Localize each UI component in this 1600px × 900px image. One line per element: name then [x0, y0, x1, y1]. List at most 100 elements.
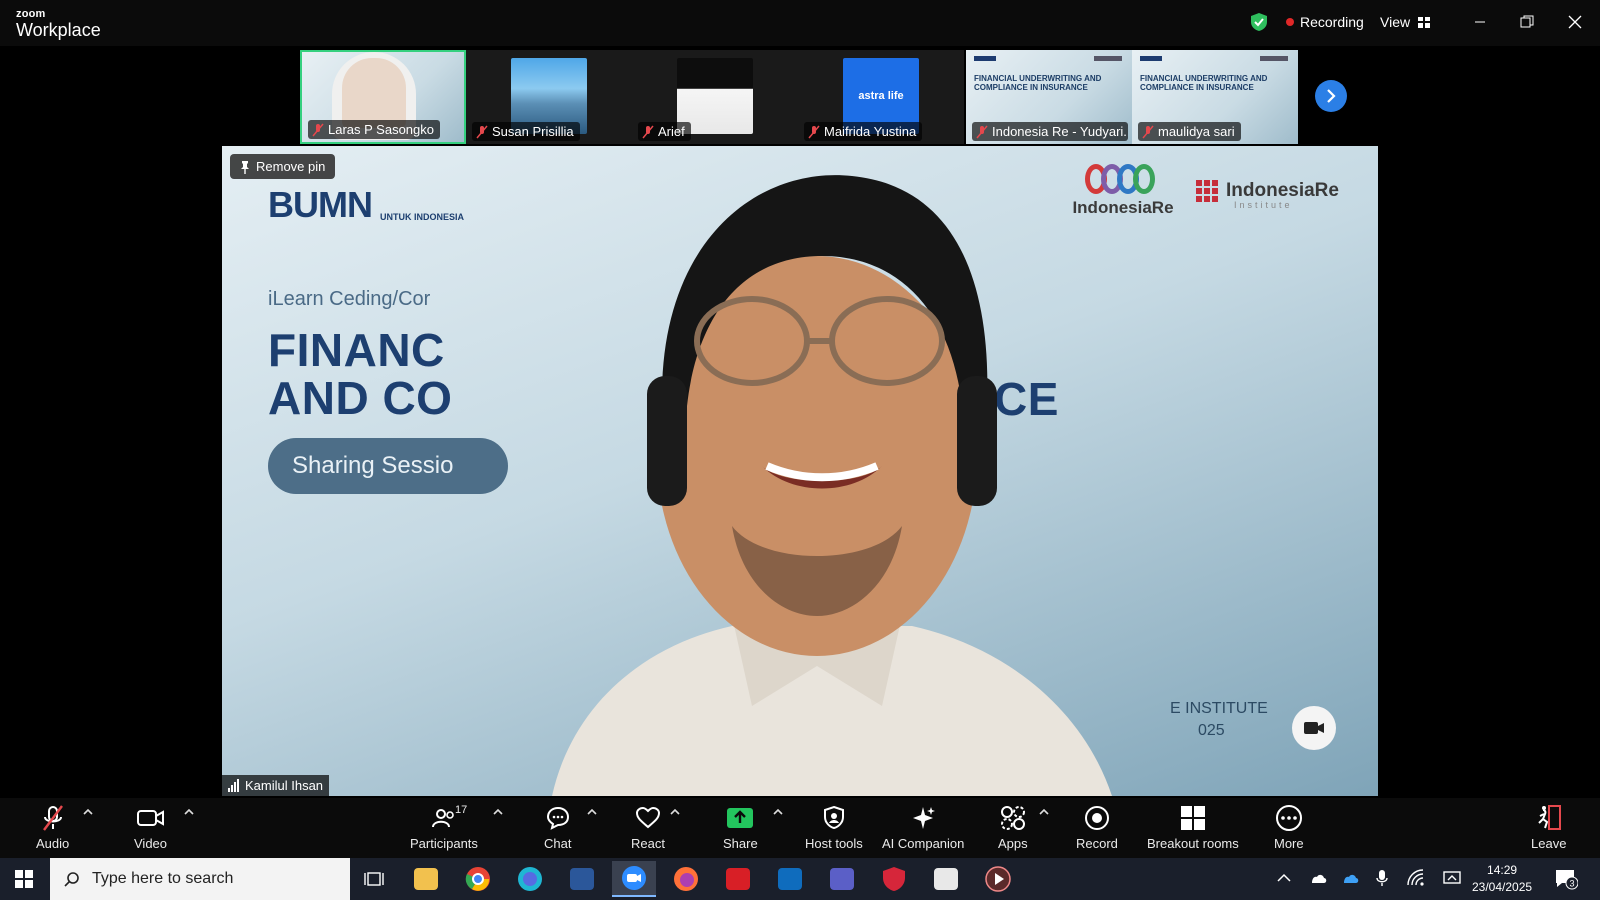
recording-dot-icon	[1286, 18, 1294, 26]
remove-pin-button[interactable]: Remove pin	[230, 154, 336, 179]
word-app[interactable]	[560, 861, 604, 897]
antivirus-app[interactable]	[872, 861, 916, 897]
participant-count: 17	[454, 804, 468, 816]
microphone-icon[interactable]	[1374, 868, 1390, 888]
apps-button[interactable]: Apps	[998, 804, 1028, 851]
close-button[interactable]	[1560, 10, 1590, 34]
network-icon[interactable]	[1406, 868, 1426, 888]
participants-button[interactable]: 17 Participants	[410, 804, 478, 851]
video-options-chevron-up-icon[interactable]	[183, 806, 195, 818]
recording-indicator[interactable]: Recording	[1286, 14, 1364, 30]
video-button[interactable]: Video	[134, 804, 167, 851]
chat-options-chevron-up-icon[interactable]	[586, 806, 598, 818]
participant-tile[interactable]: FINANCIAL UNDERWRITING AND COMPLIANCE IN…	[966, 50, 1132, 144]
onedrive-cloud-icon[interactable]	[1308, 868, 1328, 888]
restore-button[interactable]	[1512, 10, 1542, 34]
participant-name-tag: Laras P Sasongko	[308, 120, 440, 139]
chat-icon	[546, 806, 569, 830]
participant-name-tag: Maifrida Yustina	[804, 122, 923, 141]
folder-icon	[414, 868, 438, 890]
notifications-button[interactable]: 3	[1554, 868, 1579, 895]
participant-tile[interactable]: FINANCIAL UNDERWRITING AND COMPLIANCE IN…	[1132, 50, 1298, 144]
slide-logo	[1094, 56, 1122, 61]
more-button[interactable]: More	[1274, 804, 1304, 851]
acrobat-app[interactable]	[716, 861, 760, 897]
breakout-rooms-button[interactable]: Breakout rooms	[1147, 804, 1239, 851]
participant-tile[interactable]: Arief	[632, 50, 798, 144]
chrome-icon	[465, 867, 490, 891]
camera-indicator-icon[interactable]	[1292, 706, 1336, 750]
host-tools-button[interactable]: Host tools	[805, 804, 863, 851]
firefox-app[interactable]	[664, 861, 708, 897]
apps-icon	[1000, 806, 1025, 830]
word-icon	[570, 868, 594, 890]
zoom-icon	[622, 866, 646, 890]
participants-options-chevron-up-icon[interactable]	[492, 806, 504, 818]
outlook-app[interactable]	[768, 861, 812, 897]
participants-icon	[431, 809, 454, 828]
record-button[interactable]: Record	[1076, 804, 1118, 851]
ai-companion-button[interactable]: AI Companion	[882, 804, 964, 851]
canva-icon	[518, 867, 542, 891]
mic-muted-icon	[42, 805, 63, 831]
onedrive-business-icon[interactable]	[1340, 868, 1360, 888]
notification-icon: 3	[1556, 870, 1579, 890]
view-label: View	[1380, 14, 1411, 30]
display-icon[interactable]	[1442, 868, 1462, 888]
audio-button[interactable]: Audio	[36, 804, 69, 851]
next-page-button[interactable]	[1315, 80, 1347, 112]
media-player-app[interactable]	[976, 861, 1020, 897]
minimize-button[interactable]	[1465, 10, 1495, 34]
video-camera-icon	[1304, 722, 1324, 734]
search-icon	[64, 872, 79, 887]
security-shield-icon[interactable]	[1250, 12, 1268, 32]
file-explorer-app[interactable]	[404, 861, 448, 897]
play-icon	[985, 866, 1011, 892]
indonesia-re-institute-logo: IndonesiaRe Institute	[1196, 180, 1339, 210]
zoom-app[interactable]	[612, 861, 656, 897]
chrome-app[interactable]	[456, 861, 500, 897]
participant-tile[interactable]: Laras P Sasongko	[300, 50, 466, 144]
zoom-workplace-logo: zoom Workplace	[16, 9, 101, 40]
slide-title: FINANCIAL UNDERWRITING AND COMPLIANCE IN…	[974, 74, 1102, 93]
system-clock[interactable]: 14:29 23/04/2025	[1472, 862, 1532, 896]
task-view-button[interactable]	[352, 861, 396, 897]
speaker-name-tag: Kamilul Ihsan	[222, 775, 330, 796]
taskbar-search-box[interactable]: Type here to search	[50, 858, 350, 900]
chat-button[interactable]: Chat	[544, 804, 571, 851]
video-camera-icon	[136, 810, 164, 826]
heart-icon	[635, 806, 660, 829]
teams-icon	[830, 868, 854, 890]
react-options-chevron-up-icon[interactable]	[669, 806, 681, 818]
leave-door-icon	[1537, 805, 1561, 830]
react-button[interactable]: React	[631, 804, 665, 851]
leave-button[interactable]: Leave	[1531, 804, 1566, 851]
start-button[interactable]	[0, 858, 48, 900]
participant-tile[interactable]: Susan Prisillia	[466, 50, 632, 144]
show-hidden-icons-chevron-up-icon[interactable]	[1276, 868, 1292, 888]
apps-options-chevron-up-icon[interactable]	[1038, 806, 1050, 818]
ai-sparkle-icon	[913, 807, 936, 829]
audio-options-chevron-up-icon[interactable]	[82, 806, 94, 818]
title-bar: zoom Workplace Recording View	[0, 0, 1600, 46]
participant-tile[interactable]: astra life Maifrida Yustina	[798, 50, 964, 144]
chevron-right-icon	[1327, 89, 1336, 103]
slide-title: FINANCIAL UNDERWRITING AND COMPLIANCE IN…	[1140, 74, 1268, 93]
mic-muted-icon	[808, 125, 820, 138]
teams-app[interactable]	[820, 861, 864, 897]
main-speaker-video[interactable]: BUMN UNTUK INDONESIA IndonesiaRe Indones…	[222, 146, 1378, 796]
notification-count: 3	[1569, 879, 1574, 889]
share-button[interactable]: Share	[723, 804, 758, 851]
share-options-chevron-up-icon[interactable]	[772, 806, 784, 818]
background-subtitle: iLearn Ceding/Cor	[268, 288, 431, 310]
outlook-icon	[778, 868, 802, 890]
slide-logo	[1260, 56, 1288, 61]
speaker-person	[552, 175, 1112, 796]
canva-app[interactable]	[508, 861, 552, 897]
mic-muted-icon	[976, 125, 988, 138]
view-button[interactable]: View	[1380, 14, 1431, 30]
elo-app[interactable]	[924, 861, 968, 897]
clock-time: 14:29	[1487, 863, 1518, 877]
slide-logo	[1140, 56, 1162, 61]
participant-name-tag: maulidya sari	[1138, 122, 1241, 141]
